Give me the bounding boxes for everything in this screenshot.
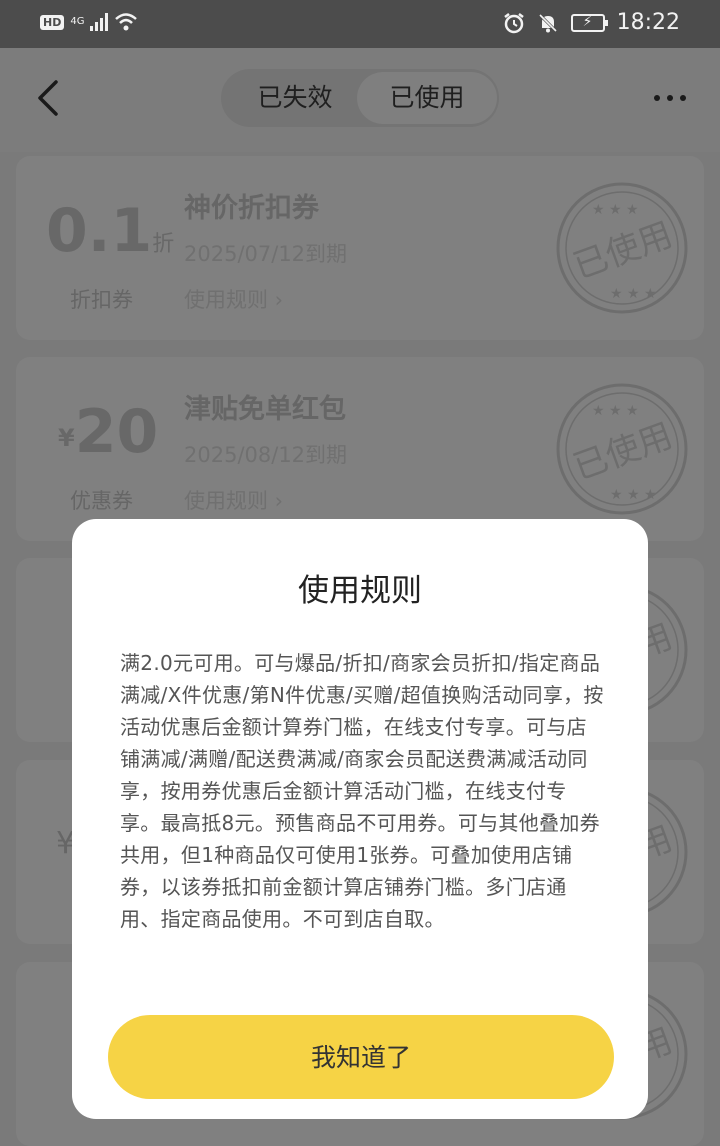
network-type: 4G <box>70 16 85 27</box>
tab-switcher: 已失效 已使用 <box>221 69 499 127</box>
mute-bell-icon <box>538 13 557 32</box>
coupon-kind: 折扣券 <box>70 288 133 312</box>
svg-text:★ ★ ★: ★ ★ ★ <box>592 403 639 419</box>
wifi-icon <box>115 13 138 31</box>
stamp-text: 已使用 <box>568 215 678 287</box>
coupon-title: 津贴免单红包 <box>184 394 346 425</box>
hd-badge: HD <box>40 14 65 30</box>
used-stamp-icon: 已使用 ★ ★ ★ ★ ★ ★ <box>556 182 688 314</box>
got-it-button[interactable]: 我知道了 <box>108 1015 614 1099</box>
alarm-icon <box>503 12 524 33</box>
used-stamp-icon: 已使用 ★ ★ ★ ★ ★ ★ <box>556 383 688 515</box>
svg-text:★ ★ ★: ★ ★ ★ <box>610 487 657 503</box>
coupon-title: 神价折扣券 <box>184 193 319 224</box>
stamp-text: 已使用 <box>568 416 678 488</box>
nav-bar: 已失效 已使用 <box>0 48 720 152</box>
status-left: HD 4G <box>40 12 138 32</box>
coupon-rule-link[interactable]: 使用规则 › <box>184 284 283 314</box>
modal-body: 满2.0元可用。可与爆品/折扣/商家会员折扣/指定商品满减/X件优惠/第N件优惠… <box>120 651 604 931</box>
svg-text:★ ★ ★: ★ ★ ★ <box>592 202 639 218</box>
signal-icon <box>90 13 109 31</box>
coupon-amount: ¥20 <box>58 397 159 467</box>
coupon-card[interactable]: 0.1折 折扣券 神价折扣券 2025/07/12到期 使用规则 › 已使用 ★… <box>16 156 704 340</box>
coupon-rule-link[interactable]: 使用规则 › <box>184 485 283 515</box>
modal-title: 使用规则 <box>298 573 422 609</box>
more-dots-icon[interactable] <box>652 92 688 104</box>
coupon-amount: 0.1折 <box>46 196 175 266</box>
svg-text:★ ★ ★: ★ ★ ★ <box>610 286 657 302</box>
tab-used[interactable]: 已使用 <box>357 72 497 124</box>
status-right: ⚡ 18:22 <box>503 10 680 35</box>
usage-rules-modal: 使用规则 满2.0元可用。可与爆品/折扣/商家会员折扣/指定商品满减/X件优惠/… <box>72 519 648 1119</box>
coupon-expiry: 2025/07/12到期 <box>184 242 348 266</box>
coupon-expiry: 2025/08/12到期 <box>184 443 348 467</box>
battery-icon: ⚡ <box>570 13 608 32</box>
status-bar: HD 4G ⚡ 18:22 <box>0 0 720 48</box>
status-time: 18:22 <box>616 10 680 35</box>
coupon-kind: 优惠券 <box>70 489 133 513</box>
chevron-left-icon[interactable] <box>30 78 70 118</box>
tab-expired[interactable]: 已失效 <box>231 69 359 127</box>
coupon-card[interactable]: ¥20 优惠券 津贴免单红包 2025/08/12到期 使用规则 › 已使用 ★… <box>16 357 704 541</box>
